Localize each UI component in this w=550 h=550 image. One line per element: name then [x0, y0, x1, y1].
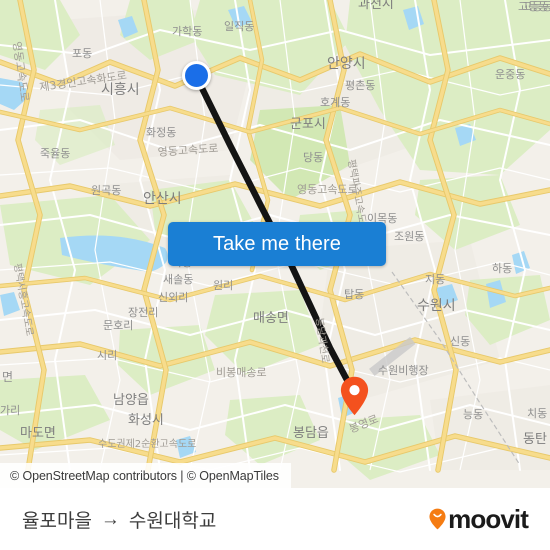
route-destination-label: 수원대학교 — [128, 510, 217, 532]
map-label: 하동 — [492, 261, 512, 275]
footer-bar: 율포마을 → 수원대학교 moovit — [0, 488, 550, 550]
map-label: 고등동 — [522, 0, 550, 13]
map-label: 문호리 — [103, 319, 133, 332]
map-label: 면 — [2, 370, 13, 384]
map-label: 매송면 — [253, 311, 289, 326]
map-area[interactable]: .green { fill:#dcedc4; } .green2 { fill:… — [0, 0, 550, 488]
map-label: 포동 — [72, 47, 92, 60]
moovit-logo[interactable]: moovit — [429, 504, 529, 534]
arrow-right-icon: → — [100, 508, 120, 530]
map-label: 화성시 — [128, 413, 164, 428]
map-label: 장전리 — [128, 306, 158, 319]
map-label: 군포시 — [290, 117, 326, 132]
map-label: 안산시 — [143, 191, 182, 207]
moovit-route-screenshot: .green { fill:#dcedc4; } .green2 { fill:… — [0, 0, 550, 550]
map-label: 수원시 — [417, 298, 456, 314]
map-label: 호계동 — [320, 96, 350, 109]
map-label: 새솔동 — [163, 273, 193, 286]
map-label: 수도권제2순환고속도로 — [98, 438, 196, 450]
map-label: 일직동 — [224, 19, 254, 33]
map-label: 신외리 — [158, 291, 188, 304]
map-label: 탑동 — [344, 288, 364, 301]
map-label: 과천시 — [358, 0, 394, 12]
map-label: 봉담읍 — [293, 426, 329, 441]
route-summary: 율포마을 → 수원대학교 — [22, 506, 216, 533]
map-label: 비봉매송로 — [216, 366, 267, 379]
map-label: 운중동 — [495, 68, 525, 81]
take-me-there-button[interactable]: Take me there — [168, 222, 386, 266]
map-label: 원곡동 — [91, 184, 121, 197]
map-label: 신동 — [450, 335, 470, 348]
map-label: 남양읍 — [113, 393, 149, 408]
map-label: 수원비행장 — [378, 364, 429, 377]
map-label: 안양시 — [327, 56, 366, 72]
map-label: 마도면 — [20, 426, 56, 441]
map-label: 치동 — [527, 407, 547, 420]
route-origin-label: 율포마을 — [22, 510, 92, 532]
map-label: 당동 — [303, 151, 323, 164]
map-label: 화정동 — [146, 126, 176, 139]
map-label: 조원동 — [394, 230, 424, 243]
destination-marker-icon[interactable] — [340, 376, 369, 416]
map-label: 동탄 — [523, 432, 547, 447]
map-label: 영동고속도로 — [297, 183, 358, 196]
origin-marker-icon[interactable] — [182, 61, 211, 90]
map-label: 평촌동 — [345, 79, 375, 92]
map-label: 시흥시 — [101, 82, 140, 98]
moovit-wordmark: moovit — [448, 504, 529, 534]
map-label: 가학동 — [172, 25, 202, 38]
map-label: 죽율동 — [40, 147, 70, 160]
map-attribution: © OpenStreetMap contributors | © OpenMap… — [0, 463, 291, 488]
map-label: 시리 — [97, 349, 117, 362]
map-label: 가리 — [0, 404, 20, 417]
map-label: 지동 — [425, 273, 445, 286]
map-label: 능동 — [463, 408, 483, 421]
map-label: 원리 — [213, 279, 233, 292]
moovit-pin-icon — [429, 508, 446, 530]
